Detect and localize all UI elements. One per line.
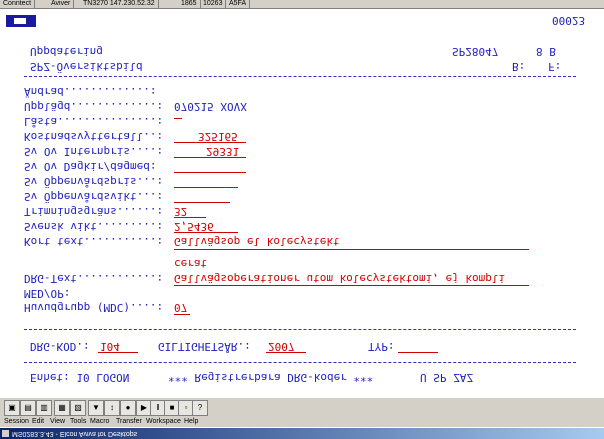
input-line[interactable]	[266, 352, 306, 353]
screen-subtitle: SPZ-Översiktsbild	[30, 60, 143, 73]
paste-icon[interactable]: ▼	[88, 400, 104, 416]
field-label: Låsta...............:	[24, 115, 164, 128]
screen-title: Uppdatering	[30, 45, 103, 58]
terminal-type: A5FA	[226, 0, 251, 8]
page-indicator: 8 B	[536, 45, 556, 58]
input-line[interactable]	[174, 202, 230, 203]
separator-top	[24, 76, 576, 77]
drg-kod-value[interactable]: 104	[100, 340, 120, 353]
terminal-screen[interactable]: 00023 Uppdatering SPZ-Översiktsbild SP28…	[0, 9, 604, 397]
menu-view[interactable]: View	[50, 417, 65, 427]
field-value[interactable]: Gallvägsop el kolecystekt	[174, 235, 340, 248]
input-line[interactable]	[174, 285, 529, 286]
mdc-label: Huvudgrupp (MDC)....:	[24, 301, 164, 314]
giltighet-value[interactable]: 2007	[268, 340, 295, 353]
help-icon[interactable]: ?	[192, 400, 208, 416]
field-value[interactable]: 29331	[206, 145, 239, 158]
field-label: Svensk vikt.........:	[24, 220, 164, 233]
record-icon[interactable]: ●	[120, 400, 136, 416]
menu-bar: Session Edit View Tools Macro Transfer W…	[0, 417, 604, 427]
drg-text-line2[interactable]: cerat	[174, 257, 207, 270]
screen-code: SP28047	[452, 45, 499, 58]
drg-kod-label: DRG-KOD.:	[30, 340, 90, 353]
field-label: Kort text...........:	[24, 235, 164, 248]
field-value[interactable]: 2,5436	[174, 220, 214, 233]
field-value[interactable]: 325165	[198, 130, 238, 143]
input-line[interactable]	[174, 142, 246, 143]
menu-help[interactable]: Help	[184, 417, 198, 427]
field-label: Kostnadsvyttertall..:	[24, 130, 164, 143]
input-line[interactable]	[174, 118, 182, 119]
menu-workspace[interactable]: Workspace	[146, 417, 181, 427]
separator-bottom	[24, 362, 576, 363]
menu-transfer[interactable]: Transfer	[116, 417, 142, 427]
send-icon[interactable]: ↕	[104, 400, 120, 416]
host-address: TN3270 147.230.52.32	[80, 0, 159, 8]
f-label: F:	[548, 60, 562, 73]
window-title: MS0283.3.43 - Elcon Aviva for Desktops	[12, 430, 138, 437]
field-label: Sv Öppenvårdspris...:	[24, 175, 164, 188]
drg-text-value[interactable]: Gallvägsoperationer utom kolecystektomi,…	[174, 272, 505, 285]
input-line[interactable]	[98, 352, 138, 353]
drg-text-label: DRG-Text............:	[24, 272, 164, 285]
b-label: B:	[512, 60, 526, 73]
med-op-label: MED/OP:	[24, 287, 71, 300]
footer-message: *** Registrerbara DRG-koder ***	[168, 371, 374, 384]
input-line[interactable]	[174, 232, 238, 233]
field-label: Sv Ov Dagkir/dagmed:	[24, 160, 157, 173]
session-tab[interactable]: Aviver	[48, 0, 75, 8]
input-line[interactable]	[174, 217, 206, 218]
session-tab-bar: Conntect Aviver TN3270 147.230.52.32 186…	[0, 0, 604, 9]
copy-icon[interactable]: ▧	[70, 400, 86, 416]
menu-macro[interactable]: Macro	[90, 417, 109, 427]
menu-session[interactable]: Session	[4, 417, 29, 427]
save-icon[interactable]: ▥	[36, 400, 52, 416]
input-line[interactable]	[174, 187, 238, 188]
terminal-cursor-block	[6, 15, 36, 27]
input-line[interactable]	[398, 352, 438, 353]
footer-unit: Enhet: 10 LOGON	[30, 371, 130, 384]
session-tab[interactable]: Conntect	[0, 0, 36, 8]
field-value[interactable]: 070215 XOVX	[174, 100, 247, 113]
print-icon[interactable]: ▦	[54, 400, 70, 416]
app-icon	[2, 430, 9, 437]
open-icon[interactable]: ▤	[20, 400, 36, 416]
field-value[interactable]: 32	[174, 205, 187, 218]
footer-code: U SP ZAZ	[420, 371, 473, 384]
input-line[interactable]	[174, 172, 246, 173]
new-session-icon[interactable]: ▣	[4, 400, 20, 416]
menu-edit[interactable]: Edit	[32, 417, 44, 427]
field-label: Trimningsgräns......:	[24, 205, 164, 218]
toolbar: ▣ ▤ ▥ ▦ ▧ ▼ ↕ ● ▶ ‖ ■ ▫ ?	[0, 397, 604, 418]
mdc-value[interactable]: 07	[174, 301, 187, 314]
field-label: Sv Öppenvårdsvikt...:	[24, 190, 164, 203]
field-label: Sv Ov Internpris....:	[24, 145, 164, 158]
host-port: 1865	[178, 0, 201, 8]
field-label: Ändrad.............:	[24, 85, 157, 98]
field-label: Upplägd.............:	[24, 100, 164, 113]
giltighet-label: GILTIGHETSÅR.:	[158, 340, 251, 353]
window-title-bar[interactable]: MS0283.3.43 - Elcon Aviva for Desktops	[0, 428, 604, 439]
input-line[interactable]	[174, 249, 529, 250]
session-id: 10263	[200, 0, 227, 8]
status-indicator: 00023	[552, 14, 586, 27]
input-line[interactable]	[174, 157, 246, 158]
separator-middle	[24, 329, 576, 330]
menu-tools[interactable]: Tools	[70, 417, 86, 427]
input-line[interactable]	[174, 314, 190, 315]
typ-label: TYP:	[368, 340, 395, 353]
